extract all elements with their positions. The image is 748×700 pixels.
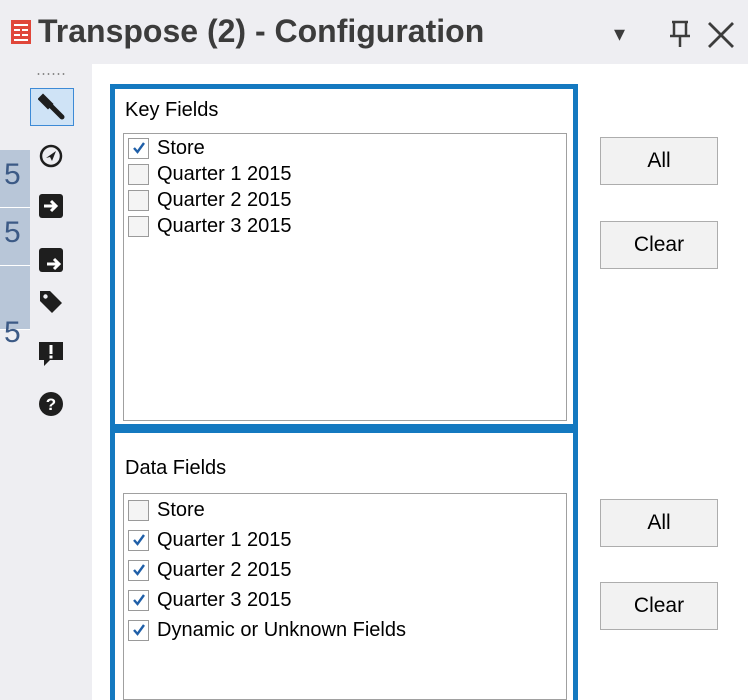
checkbox[interactable]: [128, 215, 149, 237]
help-icon[interactable]: ?: [37, 390, 65, 418]
canvas-tab: 5: [0, 150, 34, 208]
list-item[interactable]: Quarter 2 2015: [128, 558, 292, 582]
dropdown-icon[interactable]: ▾: [614, 18, 625, 50]
toolbar-grip[interactable]: [36, 72, 66, 76]
input-arrow-icon[interactable]: [37, 192, 65, 220]
checkbox[interactable]: [128, 137, 149, 159]
data-fields-label: Data Fields: [125, 457, 227, 479]
output-arrow-icon[interactable]: [37, 246, 65, 274]
window-title: Transpose (2) - Configuration: [38, 13, 485, 49]
checkbox[interactable]: [128, 499, 149, 521]
list-item[interactable]: Quarter 3 2015: [128, 214, 292, 238]
checkbox[interactable]: [128, 619, 149, 641]
data-fields-clear-button[interactable]: Clear: [600, 582, 718, 630]
list-item[interactable]: Quarter 1 2015: [128, 528, 292, 552]
list-item[interactable]: Store: [128, 136, 205, 160]
list-item[interactable]: Quarter 3 2015: [128, 588, 292, 612]
pin-icon[interactable]: [668, 20, 692, 48]
list-item[interactable]: Dynamic or Unknown Fields: [128, 618, 406, 642]
svg-text:?: ?: [46, 395, 56, 414]
transpose-tool-icon: [11, 20, 31, 44]
data-fields-list[interactable]: Store Quarter 1 2015 Quarter 2 2015 Quar…: [123, 493, 567, 700]
comment-alert-icon[interactable]: [37, 340, 65, 368]
navigate-icon[interactable]: [37, 142, 65, 170]
key-fields-all-button[interactable]: All: [600, 137, 718, 185]
key-fields-label: Key Fields: [125, 99, 219, 121]
checkbox[interactable]: [128, 529, 149, 551]
key-fields-group: Key Fields Store Quarter 1 2015 Quarter …: [110, 84, 578, 429]
list-item[interactable]: Store: [128, 498, 205, 522]
title-bar: Transpose (2) - Configuration ▾: [0, 0, 748, 64]
list-item[interactable]: Quarter 1 2015: [128, 162, 292, 186]
canvas-tab: 5: [0, 266, 34, 349]
key-fields-list[interactable]: Store Quarter 1 2015 Quarter 2 2015 Quar…: [123, 133, 567, 421]
checkbox[interactable]: [128, 163, 149, 185]
checkbox[interactable]: [128, 589, 149, 611]
data-fields-all-button[interactable]: All: [600, 499, 718, 547]
tag-icon[interactable]: [37, 288, 65, 316]
canvas-tab: 5: [0, 208, 34, 266]
data-fields-group: Data Fields Store Quarter 1 2015 Quarter…: [110, 428, 578, 700]
list-item[interactable]: Quarter 2 2015: [128, 188, 292, 212]
wrench-icon[interactable]: [30, 88, 74, 126]
close-icon[interactable]: [706, 20, 736, 50]
key-fields-clear-button[interactable]: Clear: [600, 221, 718, 269]
checkbox[interactable]: [128, 189, 149, 211]
checkbox[interactable]: [128, 559, 149, 581]
